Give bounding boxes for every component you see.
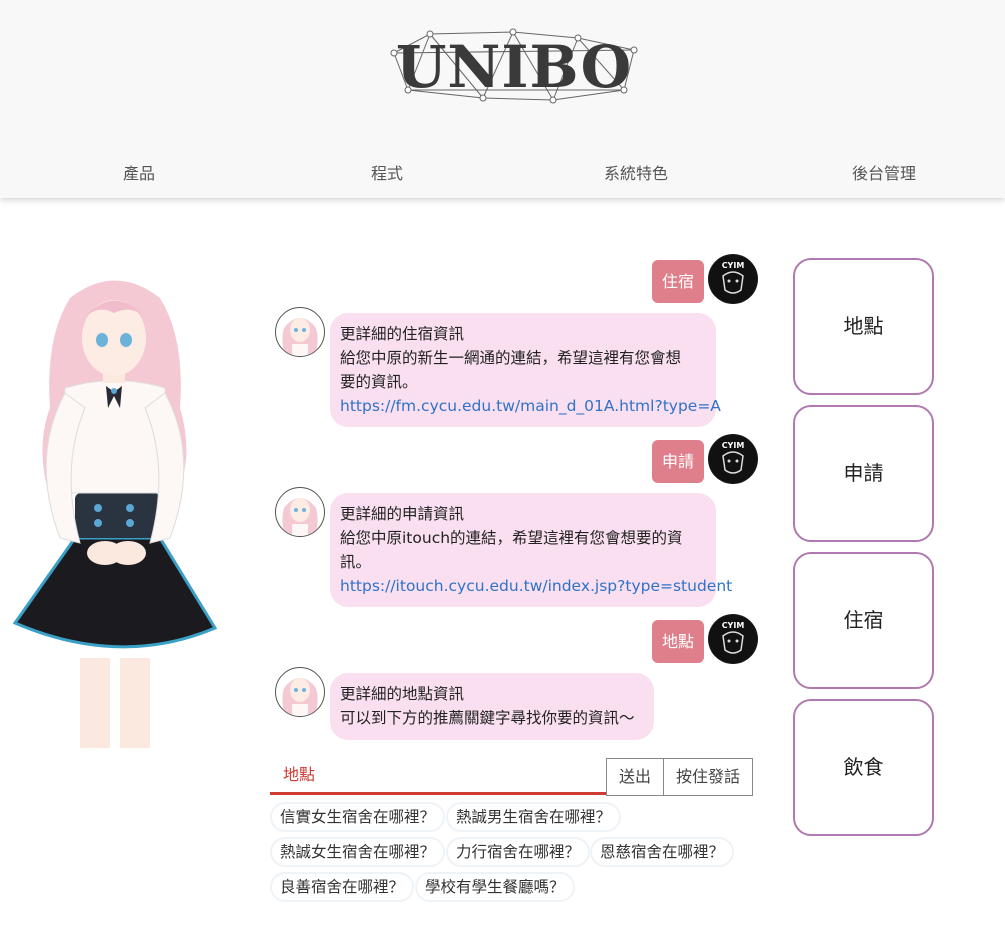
- category-button-housing[interactable]: 住宿: [793, 552, 934, 689]
- user-message: 地點 CYIM: [270, 612, 760, 664]
- bot-message-line: 更詳細的申請資訊: [340, 505, 465, 523]
- user-message: 申請 CYIM: [270, 432, 760, 484]
- push-to-talk-button[interactable]: 按住發話: [663, 758, 753, 796]
- bot-avatar: [275, 307, 325, 357]
- user-message-text: 住宿: [651, 260, 704, 303]
- user-message-text: 申請: [651, 440, 704, 483]
- user-avatar: CYIM: [708, 614, 758, 664]
- svg-text:CYIM: CYIM: [722, 441, 745, 450]
- bot-message-line: 要的資訊。: [340, 373, 418, 391]
- suggestion-chip[interactable]: 良善宿舍在哪裡？: [270, 872, 415, 902]
- site-header: UNIBO 產品 程式 系統特色 後台管理: [0, 0, 1005, 198]
- bot-message-line: 訊。: [340, 553, 372, 571]
- character-avatar-icon: [282, 678, 318, 716]
- user-message: 住宿 CYIM: [270, 252, 760, 304]
- svg-text:CYIM: CYIM: [722, 261, 745, 270]
- bot-message-line: 更詳細的住宿資訊: [340, 325, 465, 343]
- character-avatar-icon: [282, 498, 318, 536]
- bot-message-bubble: 更詳細的住宿資訊 給您中原的新生一網通的連結，希望這裡有您會想 要的資訊。 ht…: [330, 313, 721, 427]
- category-button-dining[interactable]: 飲食: [793, 699, 934, 836]
- bot-message-line: 更詳細的地點資訊: [340, 685, 465, 703]
- nav-item-features[interactable]: 系統特色: [576, 160, 696, 184]
- user-avatar: CYIM: [708, 254, 758, 304]
- bot-message-line: 給您中原itouch的連結，希望這裡有您會想要的資: [340, 529, 683, 547]
- main-nav: 產品 程式 系統特色 後台管理: [0, 150, 1005, 190]
- suggestion-chip[interactable]: 力行宿舍在哪裡？: [446, 837, 591, 867]
- nav-item-products[interactable]: 產品: [79, 160, 199, 184]
- suggestion-chip[interactable]: 信實女生宿舍在哪裡？: [270, 802, 446, 832]
- suggestion-chip[interactable]: 學校有學生餐廳嗎？: [415, 872, 575, 902]
- category-button-location[interactable]: 地點: [793, 258, 934, 395]
- chat-input-row: 地點 送出 按住發話: [270, 758, 755, 798]
- bot-message-line: 給您中原的新生一網通的連結，希望這裡有您會想: [340, 349, 682, 367]
- nav-item-admin[interactable]: 後台管理: [824, 160, 944, 184]
- bot-avatar: [275, 487, 325, 537]
- character-avatar-icon: [282, 318, 318, 356]
- bot-message-bubble: 更詳細的地點資訊 可以到下方的推薦關鍵字尋找你要的資訊～: [330, 673, 654, 740]
- lion-logo-icon: CYIM: [709, 435, 757, 483]
- nav-item-programs[interactable]: 程式: [327, 160, 447, 184]
- send-button[interactable]: 送出: [606, 758, 664, 796]
- svg-text:CYIM: CYIM: [722, 621, 745, 630]
- suggestion-chip[interactable]: 熱誠男生宿舍在哪裡？: [446, 802, 622, 832]
- lion-logo-icon: CYIM: [709, 615, 757, 663]
- suggestion-chip[interactable]: 熱誠女生宿舍在哪裡？: [270, 837, 446, 867]
- user-avatar: CYIM: [708, 434, 758, 484]
- suggestion-chip[interactable]: 恩慈宿舍在哪裡？: [590, 837, 735, 867]
- lion-logo-icon: CYIM: [709, 255, 757, 303]
- application-info-link[interactable]: https://itouch.cycu.edu.tw/index.jsp?typ…: [340, 574, 732, 598]
- bot-avatar: [275, 667, 325, 717]
- bot-message-line: 可以到下方的推薦關鍵字尋找你要的資訊～: [340, 709, 635, 727]
- bot-message-bubble: 更詳細的申請資訊 給您中原itouch的連結，希望這裡有您會想要的資 訊。 ht…: [330, 493, 732, 607]
- logo-text: UNIBO: [395, 33, 633, 101]
- chat-input[interactable]: 地點: [270, 758, 607, 795]
- user-message-text: 地點: [651, 620, 704, 663]
- unibo-logo[interactable]: UNIBO: [388, 28, 640, 106]
- anime-character-illustration: [12, 280, 218, 748]
- housing-info-link[interactable]: https://fm.cycu.edu.tw/main_d_01A.html?t…: [340, 394, 721, 418]
- category-button-application[interactable]: 申請: [793, 405, 934, 542]
